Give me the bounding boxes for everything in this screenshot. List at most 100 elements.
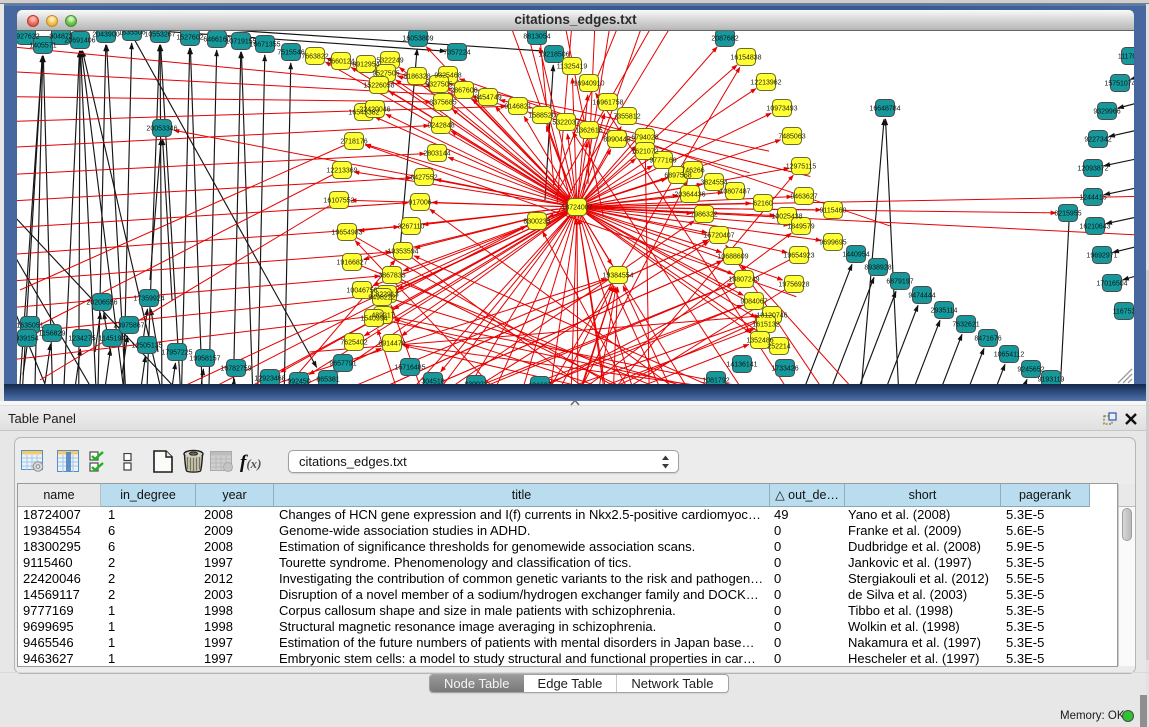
svg-text:10973493: 10973493 (766, 106, 797, 113)
svg-text:9329966: 9329966 (1093, 109, 1120, 116)
svg-text:746266: 746266 (681, 168, 704, 175)
svg-text:16940910: 16940910 (573, 81, 604, 88)
svg-text:16154838: 16154838 (730, 55, 761, 62)
svg-text:2087682: 2087682 (711, 36, 738, 43)
svg-text:20691406: 20691406 (64, 38, 95, 45)
svg-text:9463627: 9463627 (790, 194, 817, 201)
svg-text:10688609: 10688609 (717, 254, 748, 261)
svg-text:10025438: 10025438 (771, 214, 802, 221)
svg-text:1440954: 1440954 (842, 252, 869, 259)
svg-text:10654112: 10654112 (994, 352, 1025, 359)
svg-text:1588520: 1588520 (528, 113, 555, 120)
svg-text:9245652: 9245652 (1017, 367, 1044, 374)
svg-text:17957225: 17957225 (161, 350, 192, 357)
svg-text:20364436: 20364436 (674, 192, 705, 199)
svg-text:1156829: 1156829 (39, 331, 66, 338)
svg-text:12923468: 12923468 (254, 376, 285, 383)
svg-text:1362615: 1362615 (575, 128, 602, 135)
svg-text:6914479: 6914479 (378, 341, 405, 348)
svg-text:2867608: 2867608 (450, 88, 477, 95)
svg-text:18807249: 18807249 (728, 277, 759, 284)
svg-text:16210643: 16210643 (1079, 224, 1110, 231)
svg-text:19166827: 19166827 (336, 260, 367, 267)
svg-text:10120746: 10120746 (756, 313, 787, 320)
svg-text:3824554: 3824554 (700, 180, 727, 187)
svg-text:3867833: 3867833 (378, 273, 405, 280)
svg-text:9498222: 9498222 (368, 295, 395, 302)
svg-text:9146821: 9146821 (504, 104, 531, 111)
svg-text:9115460: 9115460 (820, 208, 847, 215)
svg-text:1527602: 1527602 (176, 35, 203, 42)
svg-text:7632621: 7632621 (952, 322, 979, 329)
svg-text:10553267: 10553267 (144, 32, 175, 39)
svg-text:19692971: 19692971 (1086, 253, 1117, 260)
svg-text:252214: 252214 (767, 344, 790, 351)
svg-text:14136141: 14136141 (726, 362, 757, 369)
svg-text:6879197: 6879197 (886, 279, 913, 286)
svg-text:2935114: 2935114 (931, 308, 958, 315)
svg-text:2718176: 2718176 (340, 139, 367, 146)
svg-text:7355812: 7355812 (613, 114, 640, 121)
svg-text:2803144: 2803144 (423, 151, 450, 158)
svg-text:17016504: 17016504 (1096, 281, 1127, 288)
svg-text:15226058: 15226058 (363, 83, 394, 90)
svg-text:7663822: 7663822 (301, 54, 328, 61)
svg-text:9699695: 9699695 (819, 240, 846, 247)
svg-text:116753: 116753 (1113, 309, 1134, 316)
svg-text:7625402: 7625402 (340, 340, 367, 347)
svg-text:16648784: 16648784 (869, 106, 900, 113)
svg-text:1733426: 1733426 (771, 366, 798, 373)
svg-text:8938928: 8938928 (864, 265, 891, 272)
svg-text:1244415: 1244415 (1079, 195, 1106, 202)
svg-text:1145194: 1145194 (99, 336, 126, 343)
svg-text:16107552: 16107552 (323, 198, 354, 205)
svg-text:17359924: 17359924 (133, 296, 164, 303)
svg-text:62160: 62160 (753, 201, 773, 208)
svg-text:6794028: 6794028 (631, 135, 658, 142)
svg-text:7485063: 7485063 (778, 134, 805, 141)
svg-text:8215955: 8215955 (1054, 211, 1081, 218)
svg-text:1405571: 1405571 (29, 43, 56, 50)
svg-text:19654923: 19654923 (783, 253, 814, 260)
svg-text:12093872: 12093872 (1077, 166, 1108, 173)
svg-text:3375685: 3375685 (429, 100, 456, 107)
svg-text:8471676: 8471676 (974, 336, 1001, 343)
svg-text:1117092: 1117092 (1118, 54, 1134, 61)
svg-text:19384554: 19384554 (602, 273, 633, 280)
svg-text:5322249: 5322249 (376, 58, 403, 65)
svg-text:1849579: 1849579 (787, 224, 814, 231)
svg-text:5322037: 5322037 (552, 120, 579, 127)
svg-text:9242848: 9242848 (427, 123, 454, 130)
svg-text:16961758: 16961758 (592, 100, 623, 107)
svg-text:22420046: 22420046 (359, 107, 390, 114)
svg-text:19654983: 19654983 (331, 230, 362, 237)
svg-text:7986322: 7986322 (690, 212, 717, 219)
svg-text:2043900: 2043900 (92, 32, 119, 39)
svg-text:9527505: 9527505 (372, 71, 399, 78)
svg-text:1234275: 1234275 (68, 336, 95, 343)
svg-text:9325468: 9325468 (434, 73, 461, 80)
svg-text:20053346: 20053346 (146, 126, 177, 133)
svg-text:9227342: 9227342 (1084, 137, 1111, 144)
svg-text:19218506: 19218506 (538, 52, 569, 59)
svg-text:19756928: 19756928 (778, 282, 809, 289)
svg-text:8300233: 8300233 (523, 219, 550, 226)
svg-text:1540994: 1540994 (360, 316, 387, 323)
svg-text:12213369: 12213369 (326, 168, 357, 175)
svg-text:1835506: 1835506 (118, 31, 145, 37)
svg-text:1615132: 1615132 (752, 322, 779, 329)
svg-text:12975115: 12975115 (786, 164, 817, 171)
svg-text:865381: 865381 (316, 377, 339, 384)
svg-text:9657791: 9657791 (329, 361, 356, 368)
svg-text:18724007: 18724007 (561, 205, 592, 212)
svg-text:19353594: 19353594 (387, 249, 418, 256)
svg-text:16053809: 16053809 (402, 36, 433, 43)
svg-text:8454749: 8454749 (474, 95, 501, 102)
svg-text:9777169: 9777169 (649, 158, 676, 165)
svg-text:23975867: 23975867 (113, 323, 144, 330)
svg-text:10046758: 10046758 (346, 288, 377, 295)
svg-text:20206556: 20206556 (86, 300, 117, 307)
svg-text:8813054: 8813054 (523, 34, 550, 41)
svg-text:16671355: 16671355 (249, 42, 280, 49)
svg-text:939154: 939154 (17, 336, 39, 343)
